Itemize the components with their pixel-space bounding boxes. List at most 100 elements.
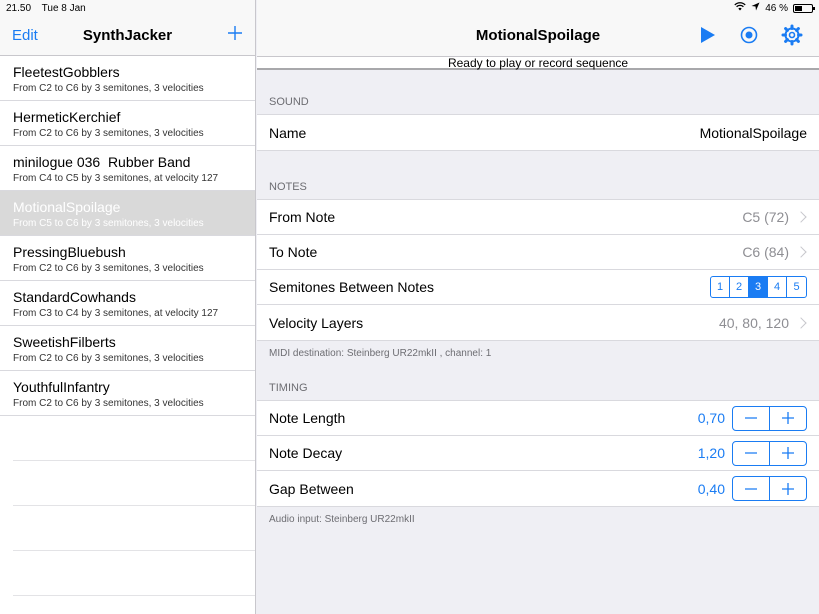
plus-icon — [228, 26, 242, 40]
from-note-value: C5 (72) — [742, 209, 789, 225]
master-pane: Edit SynthJacker FleetestGobblers From C2… — [0, 0, 256, 614]
name-label: Name — [269, 124, 307, 141]
list-item[interactable]: YouthfulInfantry From C2 to C6 by 3 semit… — [0, 371, 255, 416]
decrement-button[interactable] — [733, 441, 770, 465]
list-item-name: minilogue 036 Rubber Band — [13, 154, 191, 170]
status-bar: 21.50 Tue 8 Jan 46 % — [0, 0, 819, 16]
gap-between-row: Gap Between 0,40 — [257, 471, 819, 506]
sound-group: Name MotionalSpoilage — [257, 114, 819, 151]
settings-button[interactable] — [781, 24, 803, 46]
semitone-option-3[interactable]: 3 — [749, 277, 768, 297]
empty-row — [13, 461, 255, 506]
list-item-detail: From C2 to C6 by 3 semitones, 3 velociti… — [13, 128, 204, 139]
to-note-label: To Note — [269, 244, 318, 260]
list-item-name: SweetishFilberts — [13, 334, 116, 350]
list-item[interactable]: FleetestGobblers From C2 to C6 by 3 semit… — [0, 56, 255, 101]
semitones-row: Semitones Between Notes 1 2 3 4 5 — [257, 270, 819, 305]
list-item-detail: From C2 to C6 by 3 semitones, 3 velociti… — [13, 83, 204, 94]
note-decay-label: Note Decay — [269, 445, 343, 461]
audio-input: Audio input: Steinberg UR22mkII — [269, 514, 415, 525]
increment-button[interactable] — [770, 442, 806, 465]
list-item-detail: From C2 to C6 by 3 semitones, 3 velociti… — [13, 353, 204, 364]
chevron-right-icon — [795, 246, 807, 258]
section-header-notes: NOTES — [269, 181, 307, 193]
from-note-row[interactable]: From Note C5 (72) — [257, 200, 819, 235]
to-note-value: C6 (84) — [742, 244, 789, 260]
list-item-name: PressingBluebush — [13, 244, 126, 260]
notes-group: From Note C5 (72) To Note C6 (84) Semito… — [257, 199, 819, 341]
list-item-name: YouthfulInfantry — [13, 379, 110, 395]
minus-icon — [745, 487, 757, 490]
status-time: 21.50 — [6, 2, 32, 14]
increment-button[interactable] — [770, 477, 806, 500]
semitone-option-1[interactable]: 1 — [711, 277, 730, 297]
list-item-name: StandardCowhands — [13, 289, 136, 305]
detail-title: MotionalSpoilage — [475, 27, 601, 44]
plus-icon — [782, 412, 794, 424]
list-item-detail: From C4 to C5 by 3 semitones, at velocit… — [13, 173, 219, 184]
note-length-row: Note Length 0,70 — [257, 401, 819, 436]
from-note-label: From Note — [269, 209, 336, 225]
chevron-right-icon — [795, 211, 807, 223]
add-button[interactable] — [227, 24, 243, 44]
gap-between-stepper — [732, 476, 807, 501]
empty-row — [13, 416, 255, 461]
decrement-button[interactable] — [733, 477, 770, 500]
velocity-value: 40, 80, 120 — [718, 314, 789, 331]
location-icon — [751, 2, 760, 14]
list-item-name: FleetestGobblers — [13, 64, 120, 80]
name-row[interactable]: Name MotionalSpoilage — [257, 115, 819, 150]
play-button[interactable] — [697, 24, 719, 46]
increment-button[interactable] — [770, 407, 806, 430]
note-decay-stepper — [732, 440, 807, 466]
note-length-label: Note Length — [269, 410, 346, 426]
record-button[interactable] — [738, 24, 760, 46]
list-item[interactable]: HermeticKerchief From C2 to C6 by 3 semit… — [0, 101, 255, 146]
timing-group: Note Length 0,70 Note Decay 1,20 Gap Bet… — [257, 400, 819, 507]
gap-between-value: 0,40 — [697, 480, 725, 497]
semitone-option-4[interactable]: 4 — [768, 277, 787, 297]
semitone-option-5[interactable]: 5 — [787, 277, 806, 297]
list-item-detail: From C2 to C6 by 3 semitones, 3 velociti… — [13, 398, 204, 409]
velocity-label: Velocity Layers — [269, 314, 364, 331]
list-item[interactable]: minilogue 036 Rubber Band From C4 to C5 b… — [0, 146, 255, 191]
minus-icon — [745, 452, 757, 454]
list-item-detail: From C3 to C4 by 3 semitones, at velocit… — [13, 308, 219, 319]
master-title: SynthJacker — [82, 27, 173, 44]
semitones-segmented-control: 1 2 3 4 5 — [710, 276, 807, 298]
status-date: Tue 8 Jan — [41, 2, 86, 14]
list-item-selected[interactable]: MotionalSpoilage From C5 to C6 by 3 semit… — [0, 191, 255, 236]
plus-icon — [782, 482, 794, 495]
gap-between-label: Gap Between — [269, 480, 354, 497]
section-header-timing: TIMING — [269, 382, 308, 394]
note-length-stepper — [732, 405, 807, 431]
empty-row — [13, 506, 255, 551]
semitone-option-2[interactable]: 2 — [730, 277, 749, 297]
list-item[interactable]: StandardCowhands From C3 to C4 by 3 semit… — [0, 281, 255, 326]
record-icon — [740, 26, 758, 44]
minus-icon — [745, 417, 757, 419]
midi-destination: MIDI destination: Steinberg UR22mkII , c… — [269, 348, 492, 359]
decrement-button[interactable] — [733, 406, 770, 430]
play-icon — [701, 27, 715, 43]
empty-row — [13, 551, 255, 596]
name-value[interactable]: MotionalSpoilage — [700, 125, 807, 141]
detail-pane: MotionalSpoilage Ready to play or record… — [257, 0, 819, 614]
list-item-detail: From C5 to C6 by 3 semitones, 3 velociti… — [13, 218, 204, 229]
sequence-status: Ready to play or record sequence — [257, 56, 819, 70]
chevron-right-icon — [795, 316, 807, 329]
gear-icon — [781, 24, 803, 46]
wifi-icon — [734, 2, 746, 14]
note-decay-row: Note Decay 1,20 — [257, 436, 819, 471]
section-header-sound: SOUND — [269, 96, 309, 108]
sequence-list: FleetestGobblers From C2 to C6 by 3 semit… — [0, 56, 255, 596]
list-item-detail: From C2 to C6 by 3 semitones, 3 velociti… — [13, 263, 204, 274]
note-length-value: 0,70 — [697, 410, 725, 426]
velocity-row[interactable]: Velocity Layers 40, 80, 120 — [257, 305, 819, 340]
battery-percent: 46 % — [765, 2, 788, 14]
battery-icon — [793, 3, 815, 13]
list-item[interactable]: SweetishFilberts From C2 to C6 by 3 semit… — [0, 326, 255, 371]
note-decay-value: 1,20 — [697, 445, 725, 461]
list-item[interactable]: PressingBluebush From C2 to C6 by 3 semit… — [0, 236, 255, 281]
to-note-row[interactable]: To Note C6 (84) — [257, 235, 819, 270]
